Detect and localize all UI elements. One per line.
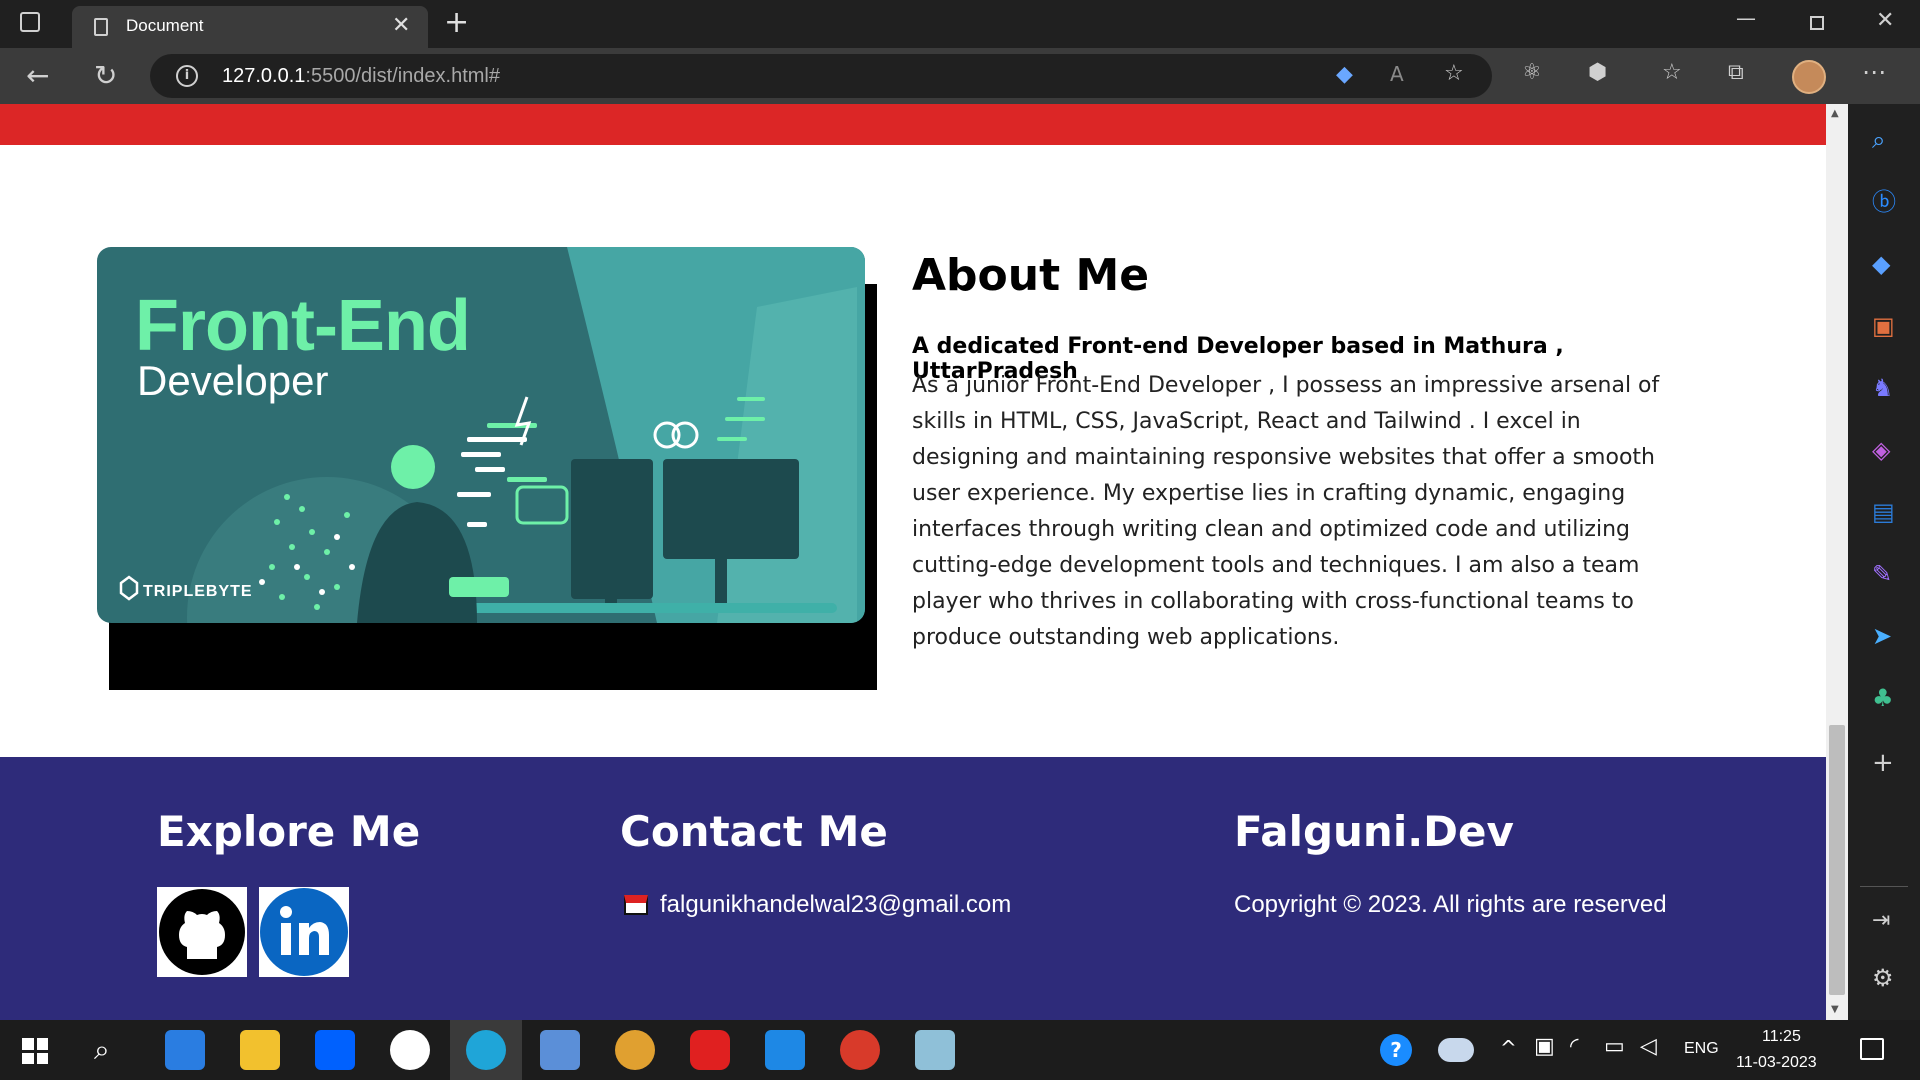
frontend-developer-banner: Front-End Developer TRIPLEBYTE xyxy=(97,247,865,623)
url-text: 127.0.0.1:5500/dist/index.html# xyxy=(222,65,500,88)
chrome-icon[interactable] xyxy=(840,1030,880,1070)
coupon-tag-icon[interactable]: ◆ xyxy=(1336,64,1353,86)
remote-desktop-icon[interactable] xyxy=(540,1030,580,1070)
read-aloud-icon[interactable]: A xyxy=(1390,64,1404,84)
tree-icon[interactable]: ♣ xyxy=(1872,686,1894,710)
site-info-icon[interactable]: i xyxy=(176,65,198,87)
add-favorite-icon[interactable]: ☆ xyxy=(1444,63,1464,85)
windows-start-icon[interactable] xyxy=(22,1038,48,1064)
tab-actions-icon[interactable] xyxy=(20,12,40,32)
notes-app-icon[interactable] xyxy=(915,1030,955,1070)
banner-subtitle: Developer xyxy=(137,357,329,404)
url-path: :5500/dist/index.html# xyxy=(305,65,500,87)
add-icon[interactable]: + xyxy=(1872,750,1894,776)
close-tab-icon[interactable]: ✕ xyxy=(392,15,410,37)
url-host: 127.0.0.1 xyxy=(222,65,306,87)
footer-brand: Falguni.Dev xyxy=(1234,807,1514,856)
restore-icon[interactable] xyxy=(1810,16,1824,30)
sidebar-settings-icon[interactable]: ⚙ xyxy=(1872,966,1894,990)
scroll-down-arrow-icon[interactable]: ▼ xyxy=(1831,1004,1839,1015)
address-bar[interactable]: i 127.0.0.1:5500/dist/index.html# ◆ A ☆ xyxy=(150,54,1492,98)
refresh-icon[interactable]: ↻ xyxy=(94,62,117,90)
vscode-icon[interactable] xyxy=(765,1030,805,1070)
scroll-up-arrow-icon[interactable]: ▲ xyxy=(1831,108,1839,119)
search-icon[interactable]: ⌕ xyxy=(1872,128,1885,152)
about-body: As a junior Front-End Developer , I poss… xyxy=(912,373,1660,650)
edge-sidebar: ⌕ ⓑ ◆ ▣ ♞ ◈ ▤ ✎ ➤ ♣ + ⇥ ⚙ xyxy=(1848,104,1920,1020)
minimize-icon[interactable]: — xyxy=(1736,8,1756,28)
github-link[interactable] xyxy=(157,887,247,977)
sidebar-divider xyxy=(1860,886,1908,887)
github-icon xyxy=(159,889,245,975)
games-icon[interactable]: ♞ xyxy=(1872,376,1894,400)
file-explorer-icon[interactable] xyxy=(240,1030,280,1070)
battery-icon[interactable]: ▭ xyxy=(1604,1036,1625,1058)
new-tab-icon[interactable]: + xyxy=(444,8,469,38)
page-icon xyxy=(94,18,108,36)
scrollbar-thumb[interactable] xyxy=(1829,725,1845,995)
extensions-icon[interactable]: ⬢ xyxy=(1588,62,1607,84)
notes-icon[interactable]: ✎ xyxy=(1872,562,1892,586)
react-devtools-icon[interactable]: ⚛ xyxy=(1522,62,1542,84)
close-window-icon[interactable]: ✕ xyxy=(1876,10,1894,32)
copyright-text: Copyright © 2023. All rights are reserve… xyxy=(1234,891,1667,918)
chrome-profile-icon[interactable] xyxy=(615,1030,655,1070)
tray-chevron-up-icon[interactable]: ^ xyxy=(1500,1038,1517,1058)
tray-device-icon[interactable]: ▣ xyxy=(1534,1036,1555,1058)
explore-title: Explore Me xyxy=(157,807,421,856)
dropbox-icon[interactable] xyxy=(315,1030,355,1070)
collections-icon[interactable]: ⧉ xyxy=(1728,62,1744,84)
browser-toolbar: ← ↻ i 127.0.0.1:5500/dist/index.html# ◆ … xyxy=(0,48,1920,104)
wifi-icon[interactable]: ◜ xyxy=(1570,1036,1579,1058)
banner-brand: TRIPLEBYTE xyxy=(143,583,253,600)
header-red-bar xyxy=(0,104,1826,145)
clock-date[interactable]: 11-03-2023 xyxy=(1736,1054,1817,1072)
tab-document[interactable]: Document ✕ xyxy=(72,6,428,48)
taskbar-search-icon[interactable]: ⌕ xyxy=(94,1036,110,1064)
contact-title: Contact Me xyxy=(620,807,888,856)
tab-title: Document xyxy=(126,16,204,35)
volume-icon[interactable]: ◁ xyxy=(1640,1036,1657,1058)
outlook-icon[interactable]: ▤ xyxy=(1872,500,1895,524)
office-icon[interactable]: ◈ xyxy=(1872,438,1890,462)
bing-chat-icon[interactable]: ⓑ xyxy=(1872,190,1896,214)
favorites-icon[interactable]: ☆ xyxy=(1662,62,1682,84)
mail-app-icon[interactable] xyxy=(165,1030,205,1070)
profile-avatar[interactable] xyxy=(1792,60,1826,94)
settings-more-icon[interactable]: ⋯ xyxy=(1862,60,1886,84)
shopping-tag-icon[interactable]: ◆ xyxy=(1872,252,1890,276)
back-icon[interactable]: ← xyxy=(26,62,49,90)
linkedin-icon xyxy=(260,888,348,976)
hide-sidebar-icon[interactable]: ⇥ xyxy=(1872,910,1890,932)
send-icon[interactable]: ➤ xyxy=(1872,624,1892,648)
about-title: About Me xyxy=(912,250,1150,301)
weather-cloud-icon[interactable] xyxy=(1438,1038,1474,1062)
github-desktop-icon[interactable] xyxy=(390,1030,430,1070)
browser-tab-bar: Document ✕ + — ✕ xyxy=(0,0,1920,48)
footer: Explore Me Contact Me falgunikhandelwal2… xyxy=(0,757,1826,1020)
mailbox-icon xyxy=(624,895,648,915)
banner-title: Front-End xyxy=(135,286,471,366)
help-icon[interactable]: ? xyxy=(1380,1034,1412,1066)
clock-time[interactable]: 11:25 xyxy=(1762,1028,1801,1046)
linkedin-link[interactable] xyxy=(259,887,349,977)
edge-browser-icon[interactable] xyxy=(466,1030,506,1070)
page-viewport: Front-End Developer TRIPLEBYTE About Me … xyxy=(0,104,1826,1020)
tools-icon[interactable]: ▣ xyxy=(1872,314,1895,338)
windows-taskbar: ⌕ ? ^ ▣ ◜ ▭ ◁ ENG 11:25 11-03-2023 xyxy=(0,1020,1920,1080)
youtube-icon[interactable] xyxy=(690,1030,730,1070)
notifications-icon[interactable] xyxy=(1860,1038,1884,1060)
contact-email[interactable]: falgunikhandelwal23@gmail.com xyxy=(660,891,1011,919)
language-indicator[interactable]: ENG xyxy=(1684,1040,1719,1058)
